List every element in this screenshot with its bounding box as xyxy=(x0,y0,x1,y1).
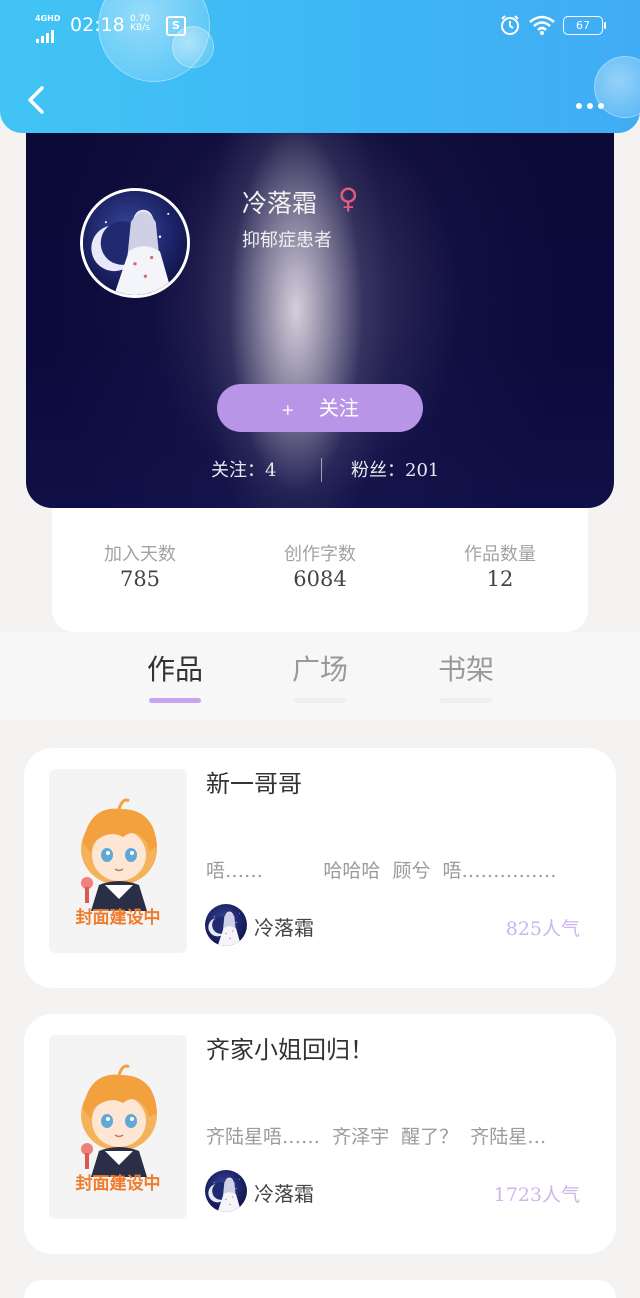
work-title[interactable]: 新一哥哥 xyxy=(206,764,302,799)
battery-icon: 67 xyxy=(563,16,606,35)
profile-hero: 冷落霜 ♀ 抑郁症患者 + 关注 关注：4 粉丝：201 xyxy=(26,110,614,508)
cover-illustration xyxy=(49,791,187,911)
signal-icon xyxy=(36,24,56,43)
stat-label: 加入天数 xyxy=(104,544,176,565)
wifi-icon xyxy=(529,15,555,35)
work-cover[interactable]: 封面建设中 xyxy=(49,1035,187,1219)
popularity-count: 825人气 xyxy=(505,918,580,940)
author-name[interactable]: 冷落霜 xyxy=(254,1178,314,1207)
net-speed: 0.70 KB/s xyxy=(130,15,150,33)
follow-counts: 关注：4 粉丝：201 xyxy=(26,456,614,486)
net-speed-unit: KB/s xyxy=(130,23,150,33)
status-time: 02:18 xyxy=(70,14,125,36)
author-avatar[interactable] xyxy=(205,1170,247,1212)
cover-placeholder-text: 封面建设中 xyxy=(75,1174,161,1194)
stat-works-count: 作品数量 12 xyxy=(440,544,560,592)
following-count[interactable]: 关注：4 xyxy=(211,456,276,482)
tab-label: 广场 xyxy=(291,653,348,686)
follow-button[interactable]: + 关注 xyxy=(217,384,423,432)
more-icon[interactable] xyxy=(576,94,612,109)
tab-indicator xyxy=(149,698,201,703)
stat-label: 创作字数 xyxy=(284,544,356,565)
tab-bar: 作品 广场 书架 xyxy=(0,632,640,720)
tab-label: 书架 xyxy=(437,653,494,686)
tab-bookshelf[interactable]: 书架 xyxy=(436,648,496,703)
author-avatar[interactable] xyxy=(205,904,247,946)
author-name[interactable]: 冷落霜 xyxy=(254,912,314,941)
plus-icon: + xyxy=(281,400,295,419)
work-excerpt: 唔…… 哈哈哈 顾兮 唔…………… xyxy=(206,860,557,882)
cover-placeholder-text: 封面建设中 xyxy=(75,908,161,928)
work-title[interactable]: 齐家小姐回归！ xyxy=(206,1030,374,1065)
network-type: 4GHD xyxy=(35,14,61,23)
work-card-partial[interactable] xyxy=(24,1280,616,1298)
profile-bio: 抑郁症患者 xyxy=(242,230,332,251)
fans-count[interactable]: 粉丝：201 xyxy=(351,456,439,482)
divider xyxy=(321,458,322,482)
tab-indicator xyxy=(294,698,346,703)
stat-join-days: 加入天数 785 xyxy=(80,544,200,592)
alarm-icon xyxy=(501,15,519,35)
app-notification-icon: S xyxy=(166,16,186,36)
tab-indicator xyxy=(440,698,492,703)
work-excerpt: 齐陆星唔…… 齐泽宇 醒了？ 齐陆星… xyxy=(206,1126,547,1148)
work-card[interactable]: 封面建设中 新一哥哥 唔…… 哈哈哈 顾兮 唔…………… 冷落霜 825人气 xyxy=(24,748,616,988)
back-icon[interactable] xyxy=(24,84,54,116)
profile-name: 冷落霜 xyxy=(242,189,318,218)
status-bar: 4GHD 02:18 0.70 KB/s S 67 xyxy=(0,12,640,43)
app-bar: 4GHD 02:18 0.70 KB/s S 67 xyxy=(0,0,640,133)
stat-word-count: 创作字数 6084 xyxy=(260,544,380,592)
cover-illustration xyxy=(49,1057,187,1177)
stat-label: 作品数量 xyxy=(464,544,536,565)
stat-value: 6084 xyxy=(293,567,347,591)
tab-label: 作品 xyxy=(146,653,203,686)
stat-value: 785 xyxy=(119,567,161,591)
follow-button-label: 关注 xyxy=(318,396,359,420)
tab-square[interactable]: 广场 xyxy=(290,648,350,703)
popularity-count: 1723人气 xyxy=(493,1184,580,1206)
work-cover[interactable]: 封面建设中 xyxy=(49,769,187,953)
female-icon: ♀ xyxy=(338,182,359,215)
profile-avatar[interactable] xyxy=(80,188,190,298)
work-card[interactable]: 封面建设中 齐家小姐回归！ 齐陆星唔…… 齐泽宇 醒了？ 齐陆星… 冷落霜 17… xyxy=(24,1014,616,1254)
stat-value: 12 xyxy=(486,567,514,591)
stats-card: 加入天数 785 创作字数 6084 作品数量 12 xyxy=(52,508,588,632)
tab-works[interactable]: 作品 xyxy=(145,648,205,703)
